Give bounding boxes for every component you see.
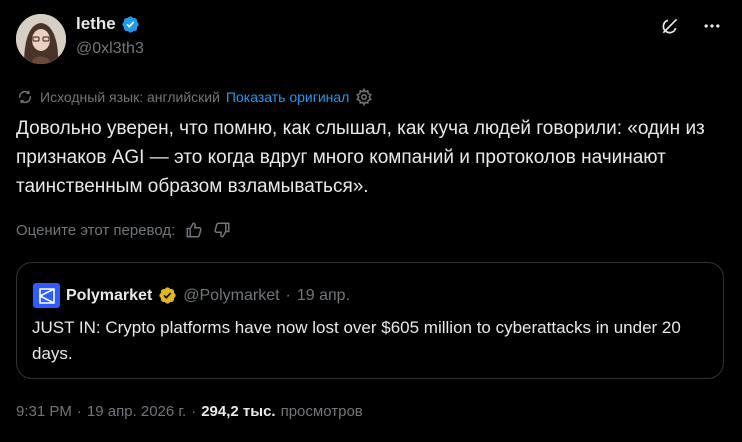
quoted-author-name[interactable]: Polymarket <box>66 287 152 305</box>
meta-separator: · <box>285 286 291 304</box>
show-original-link[interactable]: Показать оригинал <box>226 89 349 105</box>
polymarket-logo-icon[interactable] <box>33 283 60 308</box>
quoted-tweet-text: JUST IN: Crypto platforms have now lost … <box>32 318 681 363</box>
tweet-header-actions <box>660 16 722 36</box>
rate-translation: Оцените этот перевод: <box>16 221 231 239</box>
quoted-author-handle[interactable]: @Polymarket <box>183 287 279 305</box>
thumbs-up-icon[interactable] <box>185 221 203 239</box>
settings-gear-icon[interactable] <box>355 88 373 106</box>
rate-translation-label: Оцените этот перевод: <box>16 221 176 239</box>
footer-separator: · <box>76 403 82 420</box>
views-count[interactable]: 294,2 тыс. <box>201 403 275 420</box>
avatar[interactable] <box>16 14 66 64</box>
tweet-footer: 9:31 PM · 19 апр. 2026 г. · 294,2 тыс. п… <box>16 403 363 420</box>
author-name[interactable]: lethe <box>76 14 116 34</box>
author-handle[interactable]: @0xl3th3 <box>76 40 144 58</box>
grok-icon[interactable] <box>660 16 680 36</box>
footer-separator: · <box>191 403 197 420</box>
more-options-icon[interactable] <box>702 16 722 36</box>
translation-notice: Исходный язык: английский Показать ориги… <box>16 88 373 106</box>
translate-icon <box>16 88 34 106</box>
thumbs-down-icon[interactable] <box>213 221 231 239</box>
quoted-tweet[interactable]: Polymarket @Polymarket · 19 апр. JUST IN… <box>16 262 724 379</box>
views-label: просмотров <box>280 403 363 420</box>
source-language-label: Исходный язык: английский <box>40 89 220 105</box>
quoted-tweet-header: Polymarket @Polymarket · 19 апр. <box>33 283 350 308</box>
author-name-row: lethe <box>76 14 140 34</box>
quoted-tweet-date[interactable]: 19 апр. <box>297 287 350 305</box>
tweet-date[interactable]: 19 апр. 2026 г. <box>87 403 186 420</box>
tweet-text: Довольно уверен, что помню, как слышал, … <box>16 118 711 197</box>
verified-badge-icon <box>121 15 140 34</box>
verified-gold-badge-icon <box>158 286 177 305</box>
tweet-time[interactable]: 9:31 PM <box>16 403 72 420</box>
